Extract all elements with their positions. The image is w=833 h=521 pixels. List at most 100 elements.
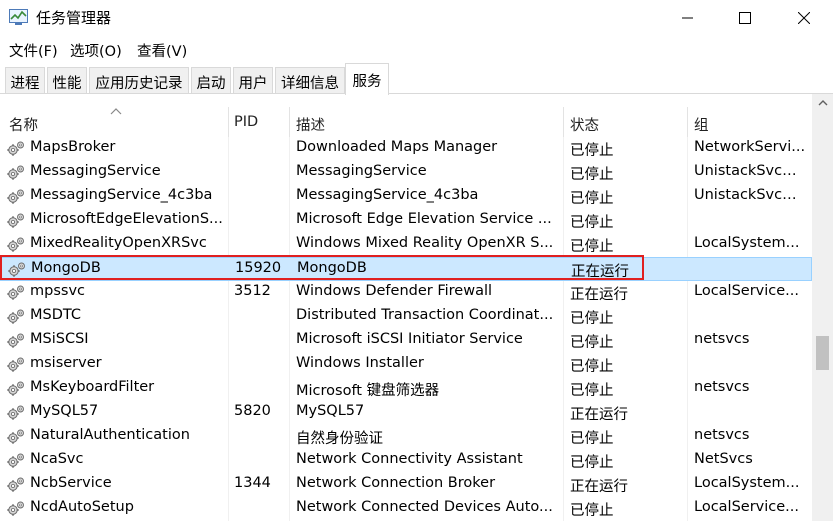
column-status[interactable]: 状态 xyxy=(570,114,599,135)
service-name: MessagingService_4c3ba xyxy=(30,187,213,203)
task-manager-icon xyxy=(9,9,28,25)
tab-performance[interactable]: 性能 xyxy=(47,67,87,93)
tab-startup[interactable]: 启动 xyxy=(191,67,231,93)
table-row[interactable]: MsKeyboardFilter Microsoft 键盘筛选器 已停止 netsvc… xyxy=(0,377,812,401)
chevron-up-icon xyxy=(818,99,827,105)
title-bar: 任务管理器 xyxy=(0,0,833,36)
service-description: Microsoft Edge Elevation Service ... xyxy=(296,211,552,227)
minimize-button[interactable] xyxy=(659,0,717,36)
service-name: MSiSCSI xyxy=(30,331,89,347)
column-description[interactable]: 描述 xyxy=(296,114,325,135)
table-row[interactable]: MSDTC Distributed Transaction Coordinat..… xyxy=(0,305,812,329)
table-row[interactable]: MySQL57 5820 MySQL57 正在运行 xyxy=(0,401,812,425)
table-row[interactable]: MessagingService MessagingService 已停止 Unist… xyxy=(0,161,812,185)
table-row[interactable]: MessagingService_4c3ba MessagingService_4… xyxy=(0,185,812,209)
table-row[interactable]: NcaSvc Network Connectivity Assistant 已停止 N… xyxy=(0,449,812,473)
service-name: msiserver xyxy=(30,355,102,371)
table-row[interactable]: mpssvc 3512 Windows Defender Firewall 正在运行 L… xyxy=(0,281,812,305)
service-description: Network Connectivity Assistant xyxy=(296,451,523,467)
scroll-up-button[interactable] xyxy=(812,94,833,111)
service-group: netsvcs xyxy=(694,427,750,443)
sort-ascending-icon xyxy=(110,108,122,115)
table-row[interactable]: MSiSCSI Microsoft iSCSI Initiator Service… xyxy=(0,329,812,353)
close-button[interactable] xyxy=(775,0,833,36)
service-description: MySQL57 xyxy=(296,403,365,419)
table-row[interactable]: msiserver Windows Installer 已停止 xyxy=(0,353,812,377)
service-gear-icon xyxy=(6,164,26,182)
service-description: MessagingService xyxy=(296,163,427,179)
menu-view[interactable]: 查看(V) xyxy=(137,40,187,61)
service-name: mpssvc xyxy=(30,283,85,299)
service-name: MSDTC xyxy=(30,307,82,323)
service-name: NcdAutoSetup xyxy=(30,499,134,515)
column-name[interactable]: 名称 xyxy=(9,114,38,135)
tab-bar: 进程 性能 应用历史记录 启动 用户 详细信息 服务 xyxy=(0,62,833,95)
table-row[interactable]: MixedRealityOpenXRSvc Windows Mixed Reali… xyxy=(0,233,812,257)
service-description: Network Connected Devices Auto... xyxy=(296,499,553,515)
service-status: 已停止 xyxy=(570,455,614,471)
service-gear-icon xyxy=(7,261,27,279)
service-group: UnistackSvcG... xyxy=(694,163,806,179)
table-row[interactable]: NcdAutoSetup Network Connected Devices Au… xyxy=(0,497,812,521)
column-separator[interactable] xyxy=(228,107,229,137)
maximize-button[interactable] xyxy=(716,0,774,36)
service-status: 已停止 xyxy=(570,431,614,447)
table-row[interactable]: NcbService 1344 Network Connection Broker 正… xyxy=(0,473,812,497)
menu-bar: 文件(F) 选项(O) 查看(V) xyxy=(0,36,833,62)
service-status: 已停止 xyxy=(570,359,614,375)
service-name: MongoDB xyxy=(31,260,101,276)
column-separator[interactable] xyxy=(687,107,688,137)
service-description: MongoDB xyxy=(297,260,367,276)
tab-services[interactable]: 服务 xyxy=(345,63,389,95)
service-name: MicrosoftEdgeElevationS... xyxy=(30,211,223,227)
service-status: 正在运行 xyxy=(570,479,628,495)
service-status: 已停止 xyxy=(570,215,614,231)
service-status: 已停止 xyxy=(570,335,614,351)
service-description: 自然身份验证 xyxy=(296,431,383,447)
tab-app-history[interactable]: 应用历史记录 xyxy=(89,67,189,93)
service-status: 已停止 xyxy=(570,143,614,159)
table-row[interactable]: MapsBroker Downloaded Maps Manager 已停止 Netw… xyxy=(0,137,812,161)
tab-details[interactable]: 详细信息 xyxy=(275,67,345,93)
service-description: Downloaded Maps Manager xyxy=(296,139,498,155)
service-name: MySQL57 xyxy=(30,403,99,419)
service-description: MessagingService_4c3ba xyxy=(296,187,479,203)
service-pid: 5820 xyxy=(234,403,271,419)
column-separator[interactable] xyxy=(289,107,290,137)
tab-users[interactable]: 用户 xyxy=(233,67,273,93)
service-status: 正在运行 xyxy=(571,264,629,280)
service-pid: 1344 xyxy=(234,475,271,491)
table-row[interactable]: MicrosoftEdgeElevationS... Microsoft Edge… xyxy=(0,209,812,233)
service-status: 已停止 xyxy=(570,191,614,207)
service-status: 已停止 xyxy=(570,311,614,327)
service-gear-icon xyxy=(6,404,26,422)
service-status: 已停止 xyxy=(570,239,614,255)
table-row[interactable]: MongoDB 15920 MongoDB 正在运行 xyxy=(0,257,812,281)
service-group: NetworkServi... xyxy=(694,139,806,155)
service-status: 正在运行 xyxy=(570,407,628,423)
service-status: 已停止 xyxy=(570,503,614,519)
menu-options[interactable]: 选项(O) xyxy=(70,40,122,61)
column-pid[interactable]: PID xyxy=(234,114,258,130)
minimize-icon xyxy=(682,17,693,19)
service-gear-icon xyxy=(6,500,26,518)
column-group[interactable]: 组 xyxy=(694,114,709,135)
close-icon xyxy=(798,12,810,24)
service-description: Network Connection Broker xyxy=(296,475,496,491)
service-gear-icon xyxy=(6,284,26,302)
vertical-scrollbar[interactable] xyxy=(812,94,833,521)
column-separator[interactable] xyxy=(563,107,564,137)
service-name: MessagingService xyxy=(30,163,161,179)
column-header: 名称 PID 描述 状态 组 xyxy=(0,107,812,137)
service-pid: 3512 xyxy=(234,283,271,299)
service-status: 已停止 xyxy=(570,167,614,183)
service-group: NetSvcs xyxy=(694,451,753,467)
tab-divider xyxy=(0,93,833,94)
tab-processes[interactable]: 进程 xyxy=(5,67,45,93)
table-row[interactable]: NaturalAuthentication 自然身份验证 已停止 netsvcs xyxy=(0,425,812,449)
menu-file[interactable]: 文件(F) xyxy=(9,40,58,61)
service-group: LocalSystem... xyxy=(694,475,800,491)
scroll-thumb[interactable] xyxy=(816,336,829,370)
service-description: Distributed Transaction Coordinat... xyxy=(296,307,554,323)
service-gear-icon xyxy=(6,140,26,158)
